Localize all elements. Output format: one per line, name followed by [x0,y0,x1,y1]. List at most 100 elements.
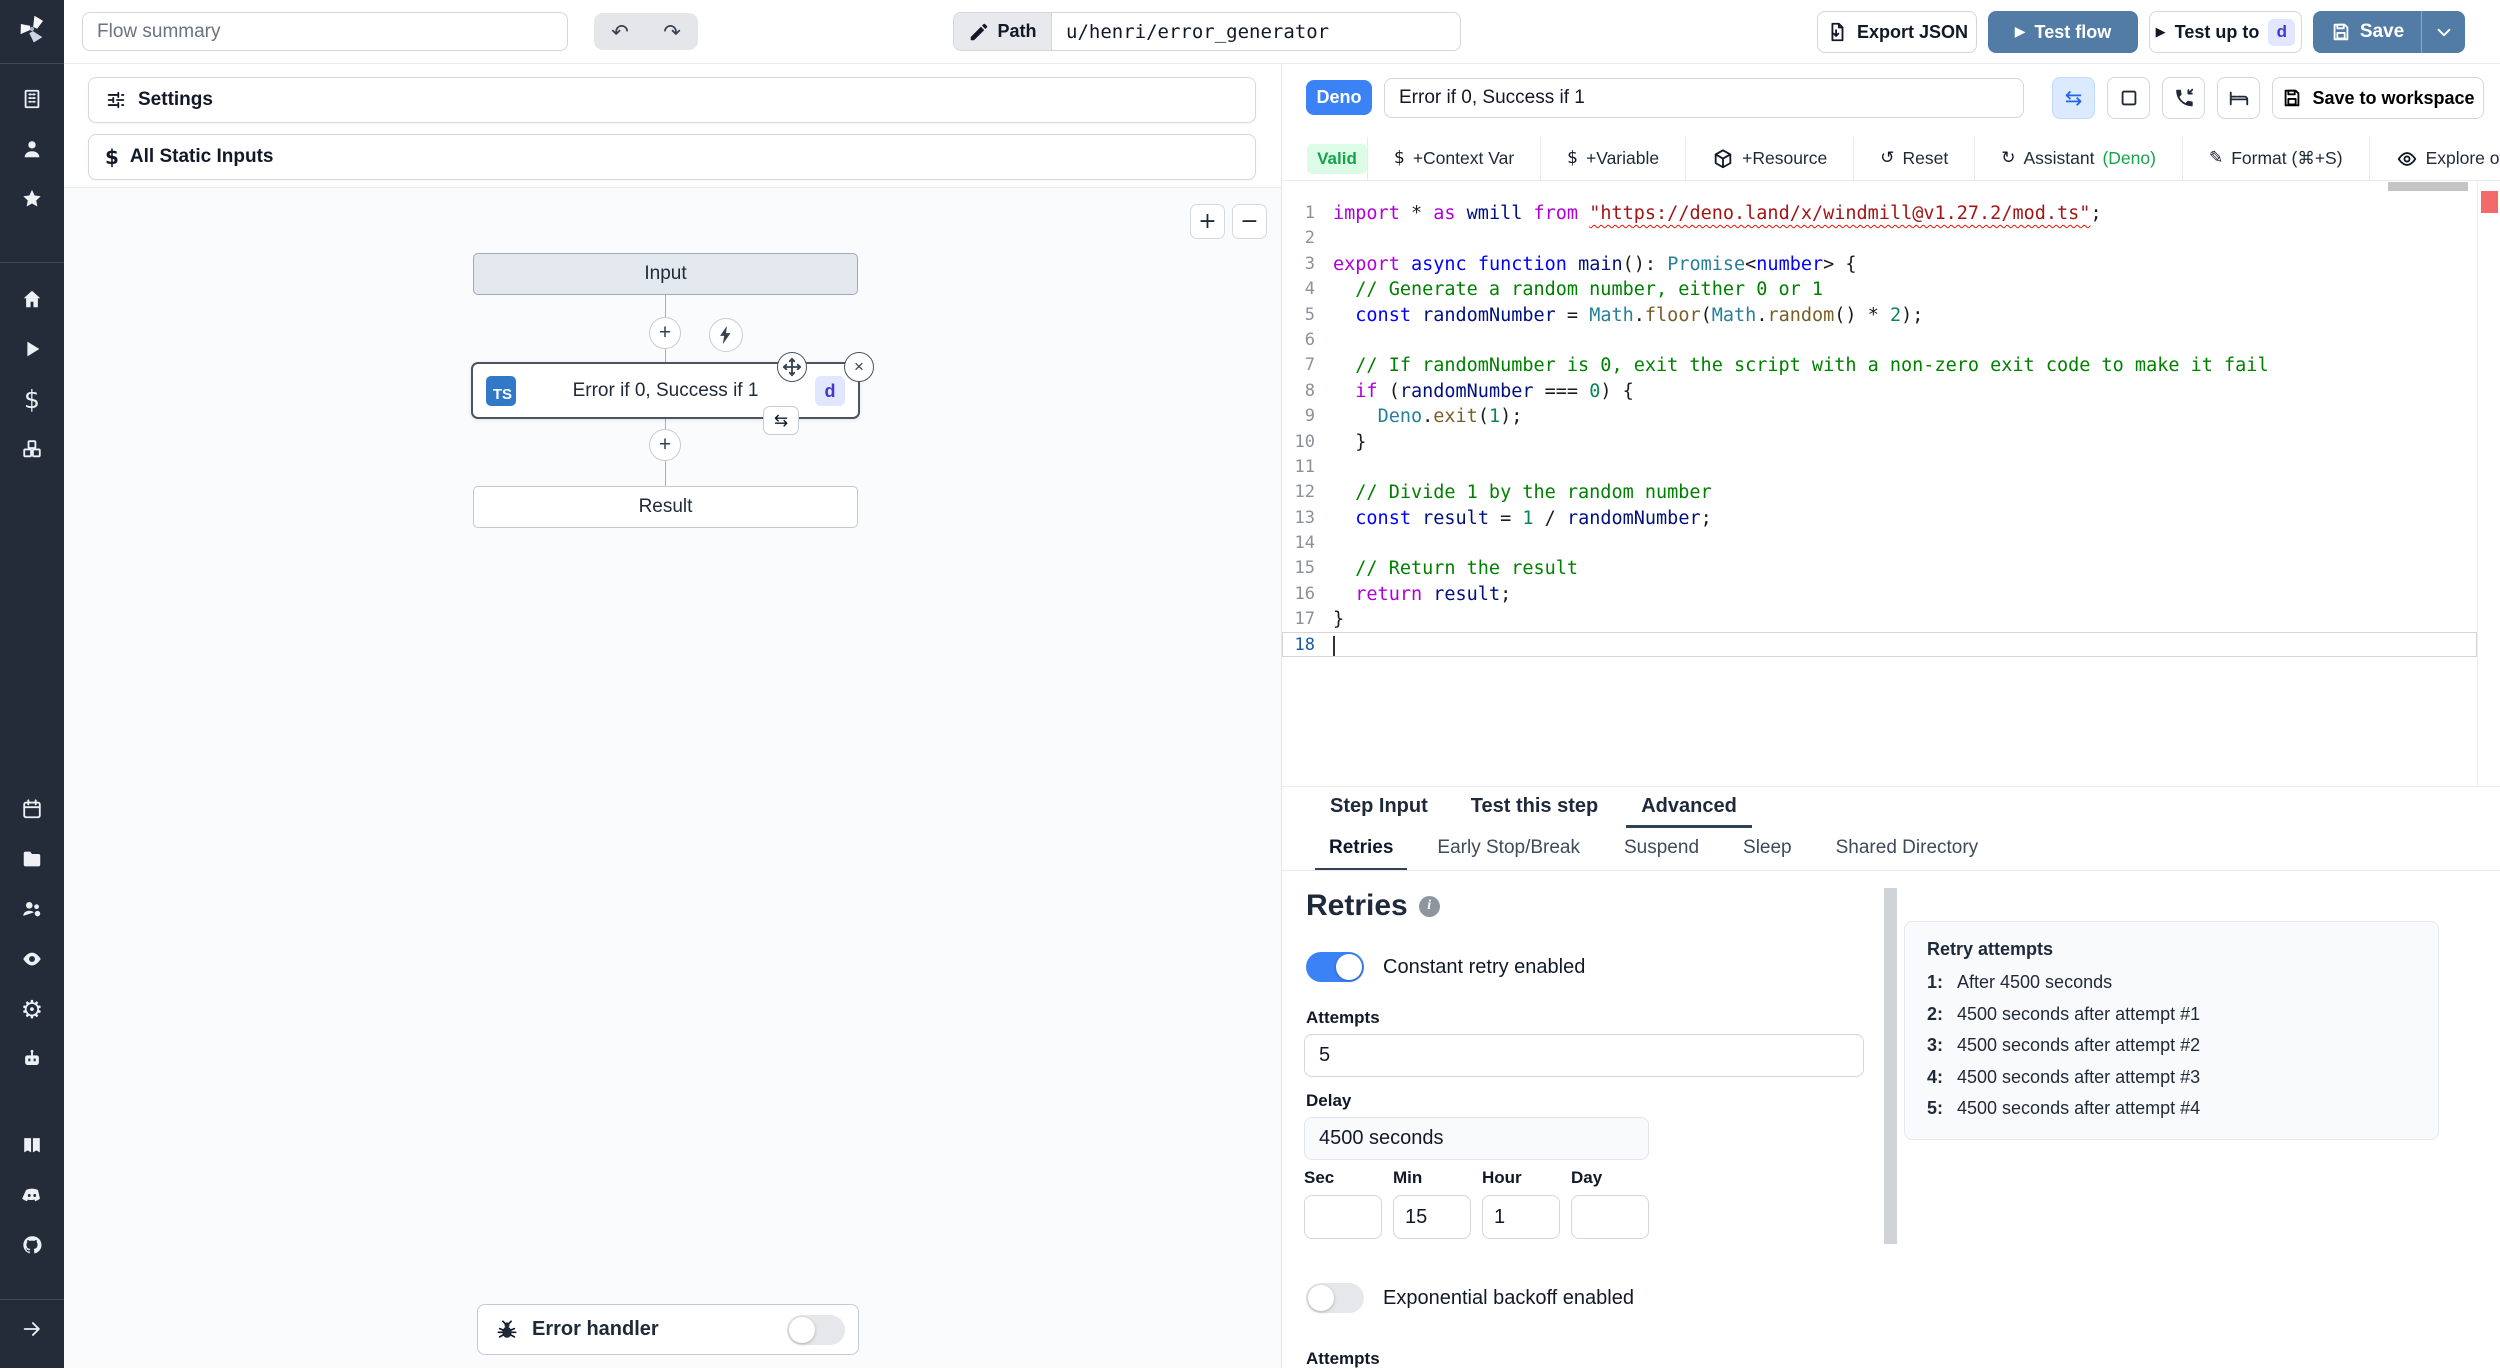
assistant-icon: ↻ [2001,148,2016,168]
windmill-logo-icon[interactable] [14,11,50,47]
code-line-4[interactable]: 4 // Generate a random number, either 0 … [1282,276,2477,301]
min-input[interactable] [1393,1195,1471,1239]
constant-retry-toggle[interactable] [1306,952,1364,982]
cube-icon [1712,148,1734,170]
tab-advanced[interactable]: Advanced [1626,787,1752,828]
play-icon[interactable] [19,336,45,362]
panel-scrollbar[interactable] [1884,888,1897,1244]
dollar-icon[interactable]: $ [19,386,45,412]
sleep-shortcut-button[interactable] [2217,77,2260,119]
step-title-input[interactable] [1384,78,2024,118]
code-line-2[interactable]: 2 [1282,225,2477,250]
toolbar-item-explore-other-s[interactable]: Explore other s [2368,137,2500,180]
retries-shortcut-button[interactable]: ⇆ [2052,77,2095,119]
code-line-9[interactable]: 9 Deno.exit(1); [1282,403,2477,428]
add-step-button[interactable]: + [649,429,681,461]
tab-step-input[interactable]: Step Input [1315,787,1443,828]
eye-icon[interactable] [19,946,45,972]
folder-icon[interactable] [19,846,45,872]
test-up-to-button[interactable]: ▶ Test up to d [2149,11,2302,53]
exponential-backoff-toggle[interactable] [1306,1283,1364,1313]
code-line-12[interactable]: 12 // Divide 1 by the random number [1282,479,2477,504]
code-line-1[interactable]: 1 import * as wmill from "https://deno.la… [1282,200,2477,225]
code-line-3[interactable]: 3 export async function main(): Promise<n… [1282,251,2477,276]
toolbar-item-format-s[interactable]: ✎ Format (⌘+S) [2181,137,2369,180]
robot-icon[interactable] [19,1046,45,1072]
code-line-16[interactable]: 16 return result; [1282,581,2477,606]
code-line-8[interactable]: 8 if (randomNumber === 0) { [1282,378,2477,403]
zoom-out-button[interactable]: − [1232,204,1267,239]
toolbar-item-resource[interactable]: +Resource [1685,137,1853,180]
day-input[interactable] [1571,1195,1649,1239]
info-icon[interactable]: i [1418,895,1440,917]
early-stop-shortcut-button[interactable] [2107,77,2150,119]
error-handler-toggle[interactable] [787,1315,845,1345]
subtab-retries[interactable]: Retries [1315,828,1408,870]
flow-node-input[interactable]: Input [473,253,858,295]
flow-node-result[interactable]: Result [473,486,858,528]
calendar-icon[interactable] [19,796,45,822]
star-icon[interactable] [19,186,45,212]
all-static-inputs-button[interactable]: $ All Static Inputs [88,134,1256,180]
save-button[interactable]: Save [2313,11,2421,53]
cubes-icon[interactable] [19,436,45,462]
users-gear-icon[interactable] [19,896,45,922]
code-line-13[interactable]: 13 const result = 1 / randomNumber; [1282,505,2477,530]
subtab-sleep[interactable]: Sleep [1729,828,1806,870]
zoom-in-button[interactable]: + [1190,204,1225,239]
exponential-backoff-row: Exponential backoff enabled [1306,1283,1634,1313]
editor-toolbar: Valid $ +Context Var $ +Variable +Resource ↺ R… [1282,137,2500,181]
book-icon[interactable] [19,1132,45,1158]
tab-test-this-step[interactable]: Test this step [1456,787,1613,828]
code-editor[interactable]: 1 import * as wmill from "https://deno.la… [1282,181,2500,786]
code-line-17[interactable]: 17} [1282,606,2477,631]
error-handler-node[interactable]: Error handler [477,1304,859,1355]
flow-summary-input[interactable] [82,12,568,51]
toolbar-item-assistant[interactable]: ↻ Assistant (Deno) [1974,137,2182,180]
expand-sidebar-button[interactable] [19,1316,45,1342]
flow-settings-button[interactable]: Settings [88,77,1256,123]
sec-input[interactable] [1304,1195,1382,1239]
editor-scrollbar[interactable] [2388,182,2468,191]
user-icon[interactable] [19,136,45,162]
suspend-shortcut-button[interactable] [2162,77,2205,119]
redo-button[interactable]: ↷ [646,13,698,50]
building-icon[interactable] [19,86,45,112]
attempts-input[interactable] [1304,1034,1864,1077]
code-line-15[interactable]: 15 // Return the result [1282,555,2477,580]
language-badge[interactable]: Deno [1306,80,1372,115]
github-icon[interactable] [19,1232,45,1258]
code-line-18[interactable]: 18 [1282,631,2477,658]
toolbar-item-variable[interactable]: $ +Variable [1540,137,1685,180]
save-to-workspace-button[interactable]: Save to workspace [2272,77,2484,119]
retry-indicator-button[interactable]: ⇆ [763,406,799,435]
sidebar-divider [0,262,64,263]
delay-input[interactable] [1304,1117,1649,1160]
code-line-14[interactable]: 14 [1282,530,2477,555]
save-label: Save [2359,21,2405,42]
test-flow-button[interactable]: ▶ Test flow [1988,11,2138,53]
hour-input[interactable] [1482,1195,1560,1239]
validity-badge: Valid [1307,143,1367,174]
toolbar-item-context-var[interactable]: $ +Context Var [1367,137,1540,180]
move-node-handle[interactable] [777,352,807,382]
code-line-11[interactable]: 11 [1282,454,2477,479]
discord-icon[interactable] [19,1182,45,1208]
subtab-suspend[interactable]: Suspend [1610,828,1713,870]
subtab-early-stop-break[interactable]: Early Stop/Break [1423,828,1594,870]
path-field[interactable]: Path u/henri/error_generator [953,12,1461,51]
undo-button[interactable]: ↶ [594,13,646,50]
export-json-button[interactable]: Export JSON [1817,11,1977,53]
add-step-button[interactable]: + [649,317,681,349]
toolbar-item-reset[interactable]: ↺ Reset [1853,137,1974,180]
code-line-7[interactable]: 7 // If randomNumber is 0, exit the scri… [1282,352,2477,377]
code-line-6[interactable]: 6 [1282,327,2477,352]
subtab-shared-directory[interactable]: Shared Directory [1822,828,1993,870]
add-trigger-button[interactable] [709,318,743,352]
code-line-10[interactable]: 10 } [1282,429,2477,454]
gear-icon[interactable]: ⚙ [19,996,45,1022]
home-icon[interactable] [19,286,45,312]
save-dropdown-button[interactable] [2421,11,2465,53]
delete-node-button[interactable]: × [844,352,874,382]
code-line-5[interactable]: 5 const randomNumber = Math.floor(Math.r… [1282,302,2477,327]
